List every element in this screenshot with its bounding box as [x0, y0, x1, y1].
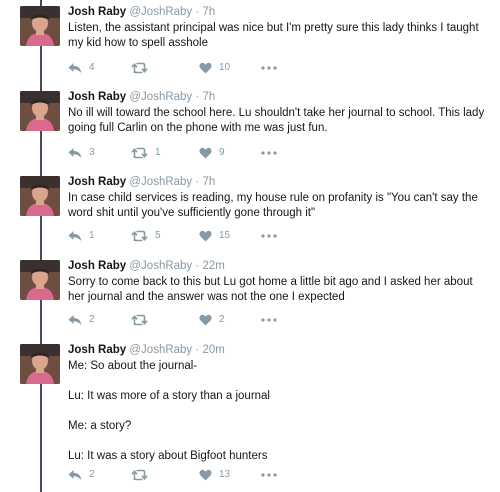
retweet-button[interactable]	[131, 468, 155, 482]
timestamp[interactable]: 7h	[202, 6, 215, 18]
like-button[interactable]: 13	[199, 468, 230, 482]
tweet-line: Lu: It was a story about Bigfoot hunters	[68, 450, 268, 462]
heart-icon	[199, 230, 212, 242]
timestamp[interactable]: 7h	[202, 91, 215, 103]
separator: ·	[195, 260, 200, 272]
author-handle[interactable]: @JoshRaby	[129, 6, 192, 18]
like-count: 2	[219, 314, 225, 325]
heart-icon	[199, 62, 212, 74]
more-button[interactable]	[261, 313, 277, 327]
more-button[interactable]	[261, 61, 277, 75]
tweet-text: Listen, the assistant principal was nice…	[68, 21, 488, 51]
retweet-count: 1	[155, 147, 161, 158]
more-icon	[261, 234, 277, 238]
retweet-icon	[131, 314, 148, 326]
reply-button[interactable]: 2	[68, 468, 95, 482]
more-icon	[261, 318, 277, 322]
avatar[interactable]	[20, 6, 60, 46]
heart-icon	[199, 469, 212, 481]
more-icon	[261, 151, 277, 155]
heart-icon	[199, 314, 212, 326]
reply-icon	[68, 315, 82, 325]
retweet-button[interactable]: 5	[131, 229, 161, 243]
author-handle[interactable]: @JoshRaby	[129, 344, 192, 356]
tweet-line: In case child services is reading, my ho…	[68, 192, 478, 219]
timestamp[interactable]: 20m	[202, 344, 224, 356]
like-count: 15	[219, 230, 231, 241]
retweet-count: 5	[155, 230, 161, 241]
retweet-icon	[131, 469, 148, 481]
reply-count: 3	[89, 147, 95, 158]
retweet-icon	[131, 62, 148, 74]
tweet-text: In case child services is reading, my ho…	[68, 191, 488, 221]
avatar[interactable]	[20, 344, 60, 384]
like-button[interactable]: 2	[199, 313, 225, 327]
separator: ·	[195, 176, 200, 188]
tweet-line: No ill will toward the school here. Lu s…	[68, 107, 485, 134]
author-name[interactable]: Josh Raby	[68, 6, 126, 18]
reply-count: 1	[89, 230, 95, 241]
tweet-line: Listen, the assistant principal was nice…	[68, 22, 479, 49]
tweet-text: Sorry to come back to this but Lu got ho…	[68, 275, 488, 305]
like-count: 10	[219, 62, 231, 73]
author-name[interactable]: Josh Raby	[68, 344, 126, 356]
thread-line	[40, 0, 42, 492]
heart-icon	[199, 147, 212, 159]
tweet-text: Me: So about the journal- Lu: It was mor…	[68, 359, 488, 464]
tweet-line: Sorry to come back to this but Lu got ho…	[68, 276, 473, 303]
more-icon	[261, 66, 277, 70]
author-handle[interactable]: @JoshRaby	[129, 91, 192, 103]
like-count: 9	[219, 147, 225, 158]
reply-icon	[68, 231, 82, 241]
more-button[interactable]	[261, 229, 277, 243]
avatar[interactable]	[20, 176, 60, 216]
tweet-line: Me: So about the journal-	[68, 360, 198, 372]
separator: ·	[195, 344, 200, 356]
tweet-line: Lu: It was more of a story than a journa…	[68, 390, 270, 402]
retweet-icon	[131, 147, 148, 159]
reply-icon	[68, 148, 82, 158]
reply-button[interactable]: 1	[68, 229, 95, 243]
author-handle[interactable]: @JoshRaby	[129, 176, 192, 188]
more-button[interactable]	[261, 146, 277, 160]
reply-count: 2	[89, 469, 95, 480]
reply-icon	[68, 470, 82, 480]
like-button[interactable]: 9	[199, 146, 225, 160]
avatar[interactable]	[20, 91, 60, 131]
reply-icon	[68, 63, 82, 73]
author-handle[interactable]: @JoshRaby	[129, 260, 192, 272]
reply-button[interactable]: 4	[68, 61, 95, 75]
reply-count: 2	[89, 314, 95, 325]
timestamp[interactable]: 7h	[202, 176, 215, 188]
like-button[interactable]: 10	[199, 61, 230, 75]
reply-count: 4	[89, 62, 95, 73]
reply-button[interactable]: 3	[68, 146, 95, 160]
more-button[interactable]	[261, 468, 277, 482]
like-button[interactable]: 15	[199, 229, 230, 243]
timestamp[interactable]: 22m	[202, 260, 224, 272]
retweet-button[interactable]	[131, 61, 155, 75]
author-name[interactable]: Josh Raby	[68, 91, 126, 103]
separator: ·	[195, 91, 200, 103]
author-name[interactable]: Josh Raby	[68, 176, 126, 188]
author-name[interactable]: Josh Raby	[68, 260, 126, 272]
avatar[interactable]	[20, 260, 60, 300]
reply-button[interactable]: 2	[68, 313, 95, 327]
retweet-button[interactable]	[131, 313, 155, 327]
separator: ·	[195, 6, 200, 18]
retweet-icon	[131, 230, 148, 242]
like-count: 13	[219, 469, 231, 480]
tweet-text: No ill will toward the school here. Lu s…	[68, 106, 488, 136]
more-icon	[261, 473, 277, 477]
tweet-line: Me: a story?	[68, 420, 132, 432]
retweet-button[interactable]: 1	[131, 146, 161, 160]
